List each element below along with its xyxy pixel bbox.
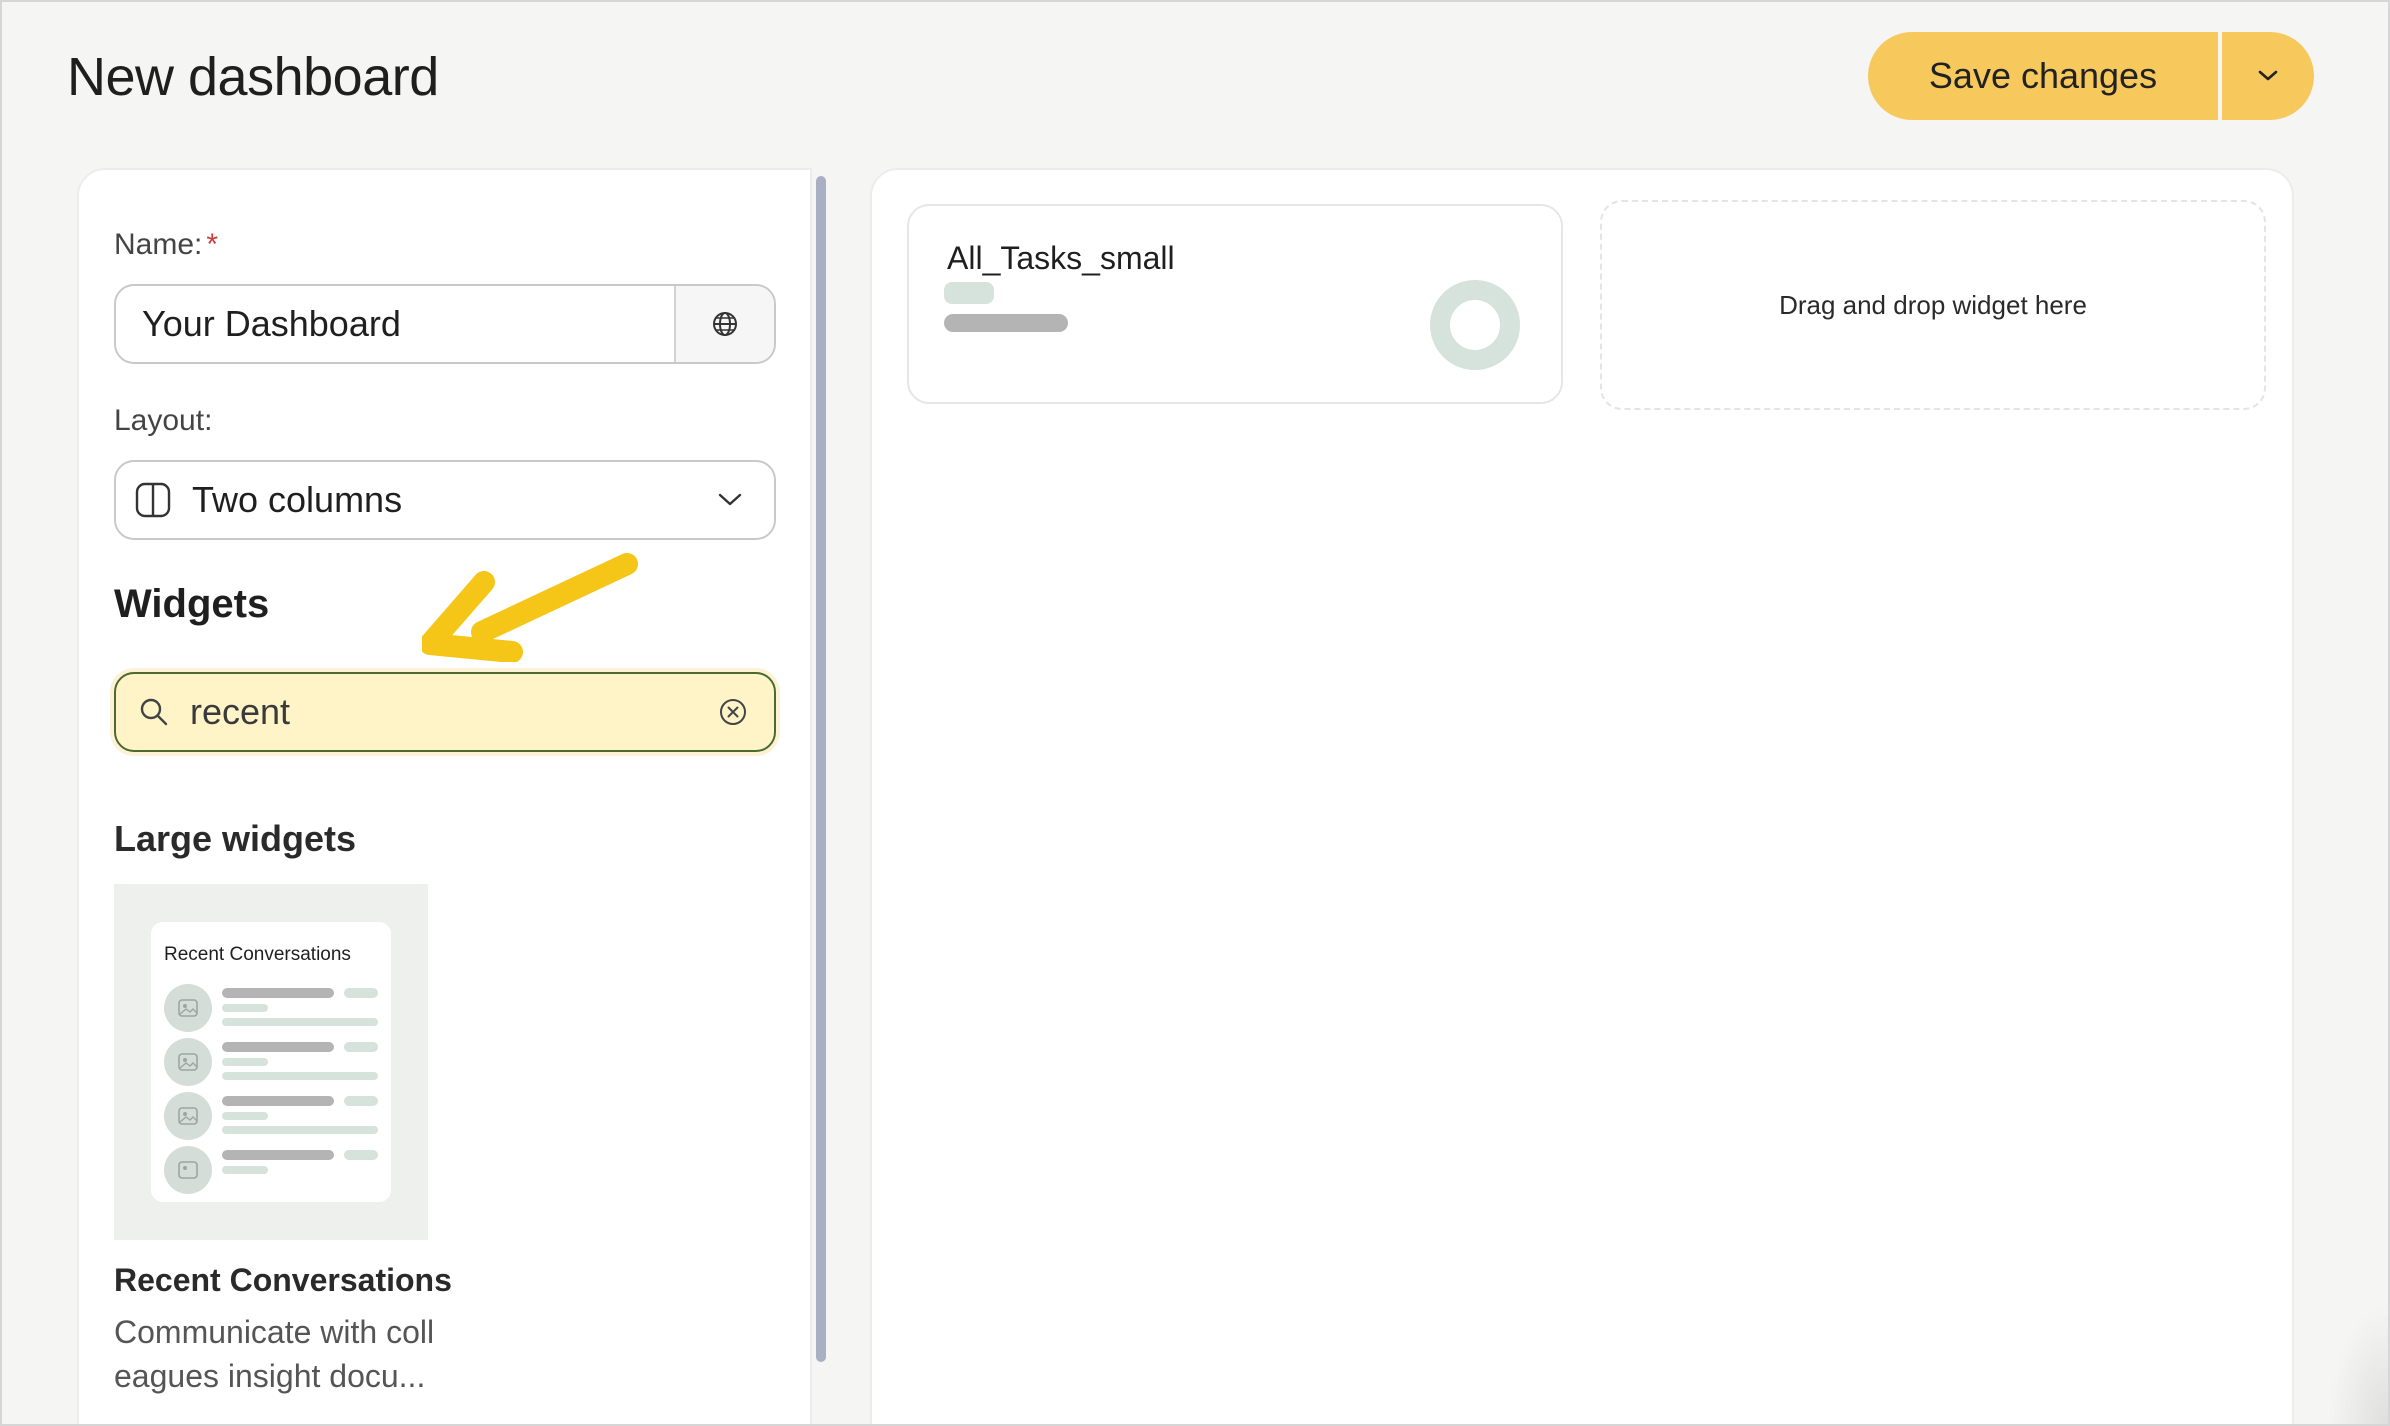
translate-button[interactable] (674, 286, 774, 362)
widget-tile-all-tasks-small[interactable]: All_Tasks_small (907, 204, 1563, 404)
save-button-group: Save changes (1868, 32, 2314, 120)
widget-search-input[interactable]: recent (190, 691, 290, 733)
dashboard-canvas: All_Tasks_small Drag and drop widget her… (870, 168, 2294, 1424)
tile-placeholder-badge (944, 282, 994, 304)
arrow-annotation-icon (422, 553, 638, 662)
widget-name: Recent Conversations (114, 1262, 452, 1298)
app-frame: New dashboard Save changes Name: * Your D… (0, 0, 2390, 1426)
donut-chart-icon (1430, 280, 1520, 370)
save-button[interactable]: Save changes (1868, 32, 2218, 120)
widgets-heading: Widgets (114, 582, 270, 626)
page-title: New dashboard (67, 47, 439, 107)
drop-zone-text: Drag and drop widget here (1779, 289, 2087, 320)
widget-preview-title: Recent Conversations (164, 944, 351, 965)
save-options-dropdown[interactable] (2222, 32, 2314, 120)
tile-title: All_Tasks_small (947, 240, 1175, 276)
settings-panel: Name: * Your Dashboard Layout: Two colum… (77, 168, 812, 1424)
preview-row (164, 984, 378, 1040)
tile-placeholder-bar (944, 314, 1068, 332)
two-columns-icon (134, 481, 172, 519)
chevron-down-icon (2258, 70, 2278, 81)
large-widgets-heading: Large widgets (114, 818, 357, 859)
required-mark: * (206, 228, 219, 261)
corner-shadow (2328, 1304, 2388, 1424)
preview-row (164, 1092, 378, 1148)
globe-icon (713, 312, 737, 336)
widget-preview: Recent Conversations (151, 922, 391, 1202)
image-placeholder-icon (164, 1038, 212, 1086)
layout-select[interactable]: Two columns (114, 460, 776, 540)
search-icon (138, 696, 170, 728)
clear-search-icon[interactable] (718, 697, 748, 727)
image-placeholder-icon (164, 984, 212, 1032)
layout-value: Two columns (192, 479, 403, 520)
preview-row (164, 1038, 378, 1094)
widget-card-recent-conversations[interactable]: Recent Conversations (114, 884, 428, 1240)
name-field[interactable]: Your Dashboard (114, 284, 776, 364)
name-label-text: Name: (114, 228, 203, 261)
name-label: Name: * (114, 228, 218, 262)
widget-search-field[interactable]: recent (114, 672, 776, 752)
chevron-down-icon (716, 491, 744, 509)
preview-row (164, 1146, 378, 1202)
layout-label: Layout: (114, 404, 213, 437)
image-placeholder-icon (164, 1092, 212, 1140)
panel-scrollbar[interactable] (816, 176, 826, 1362)
image-placeholder-icon (164, 1146, 212, 1194)
name-input[interactable]: Your Dashboard (116, 303, 674, 345)
widget-description: Communicate with coll eagues insight doc… (114, 1314, 435, 1394)
widget-drop-zone[interactable]: Drag and drop widget here (1600, 200, 2266, 410)
